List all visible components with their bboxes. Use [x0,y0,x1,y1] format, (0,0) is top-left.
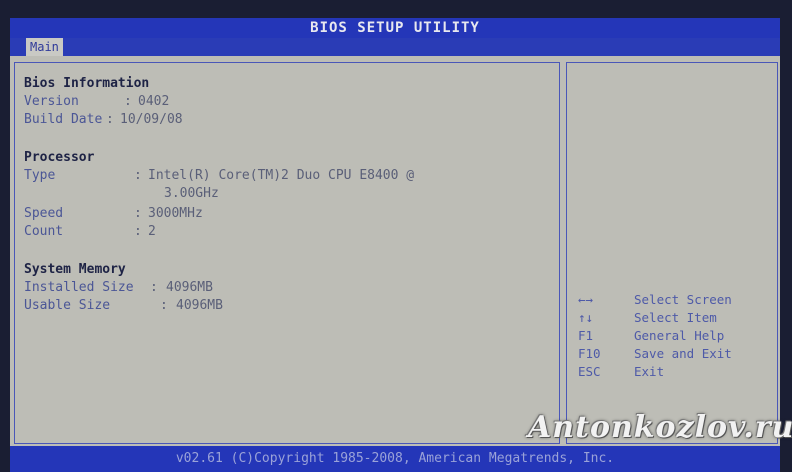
installed-size-label: Installed Size [24,280,134,295]
help-box [566,62,778,444]
arrow-left-right-icon: ←→ [578,292,594,307]
build-date-sep: : [106,112,114,127]
type-label: Type [24,168,56,183]
tab-main[interactable]: Main [26,38,63,56]
help-select-item: Select Item [634,310,717,325]
installed-size-sep: : [150,280,158,295]
count-sep: : [134,224,142,239]
help-key-f1: F1 [578,328,594,343]
build-date-value: 10/09/08 [120,112,183,127]
help-key-esc: ESC [578,364,601,379]
version-label: Version [24,94,79,109]
version-value: 0402 [138,94,170,109]
type-sep: : [134,168,142,183]
watermark: Antonkozlov.ru [528,410,792,445]
copyright-footer: v02.61 (C)Copyright 1985-2008, American … [10,446,780,472]
usable-size-value: 4096MB [176,298,223,313]
bios-info-heading: Bios Information [24,76,150,91]
installed-size-value: 4096MB [166,280,213,295]
count-value: 2 [148,224,156,239]
speed-value: 3000MHz [148,206,203,221]
usable-size-sep: : [160,298,168,313]
version-sep: : [124,94,132,109]
count-label: Count [24,224,64,239]
build-date-label: Build Date [24,112,103,127]
help-general-help: General Help [634,328,725,343]
usable-size-label: Usable Size [24,298,111,313]
type-value: Intel(R) Core(TM)2 Duo CPU E8400 @ [148,168,415,183]
help-key-f10: F10 [578,346,601,361]
processor-heading: Processor [24,150,95,165]
speed-label: Speed [24,206,64,221]
speed-sep: : [134,206,142,221]
arrow-up-down-icon: ↑↓ [578,310,594,325]
type-value-cont: 3.00GHz [164,186,219,201]
tab-bar: Main [10,38,780,56]
bios-screen: BIOS SETUP UTILITY Main Bios Information… [0,0,792,472]
window-title: BIOS SETUP UTILITY [10,18,780,38]
help-select-screen: Select Screen [634,292,732,307]
help-save-exit: Save and Exit [634,346,732,361]
help-exit: Exit [634,364,665,379]
memory-heading: System Memory [24,262,126,277]
